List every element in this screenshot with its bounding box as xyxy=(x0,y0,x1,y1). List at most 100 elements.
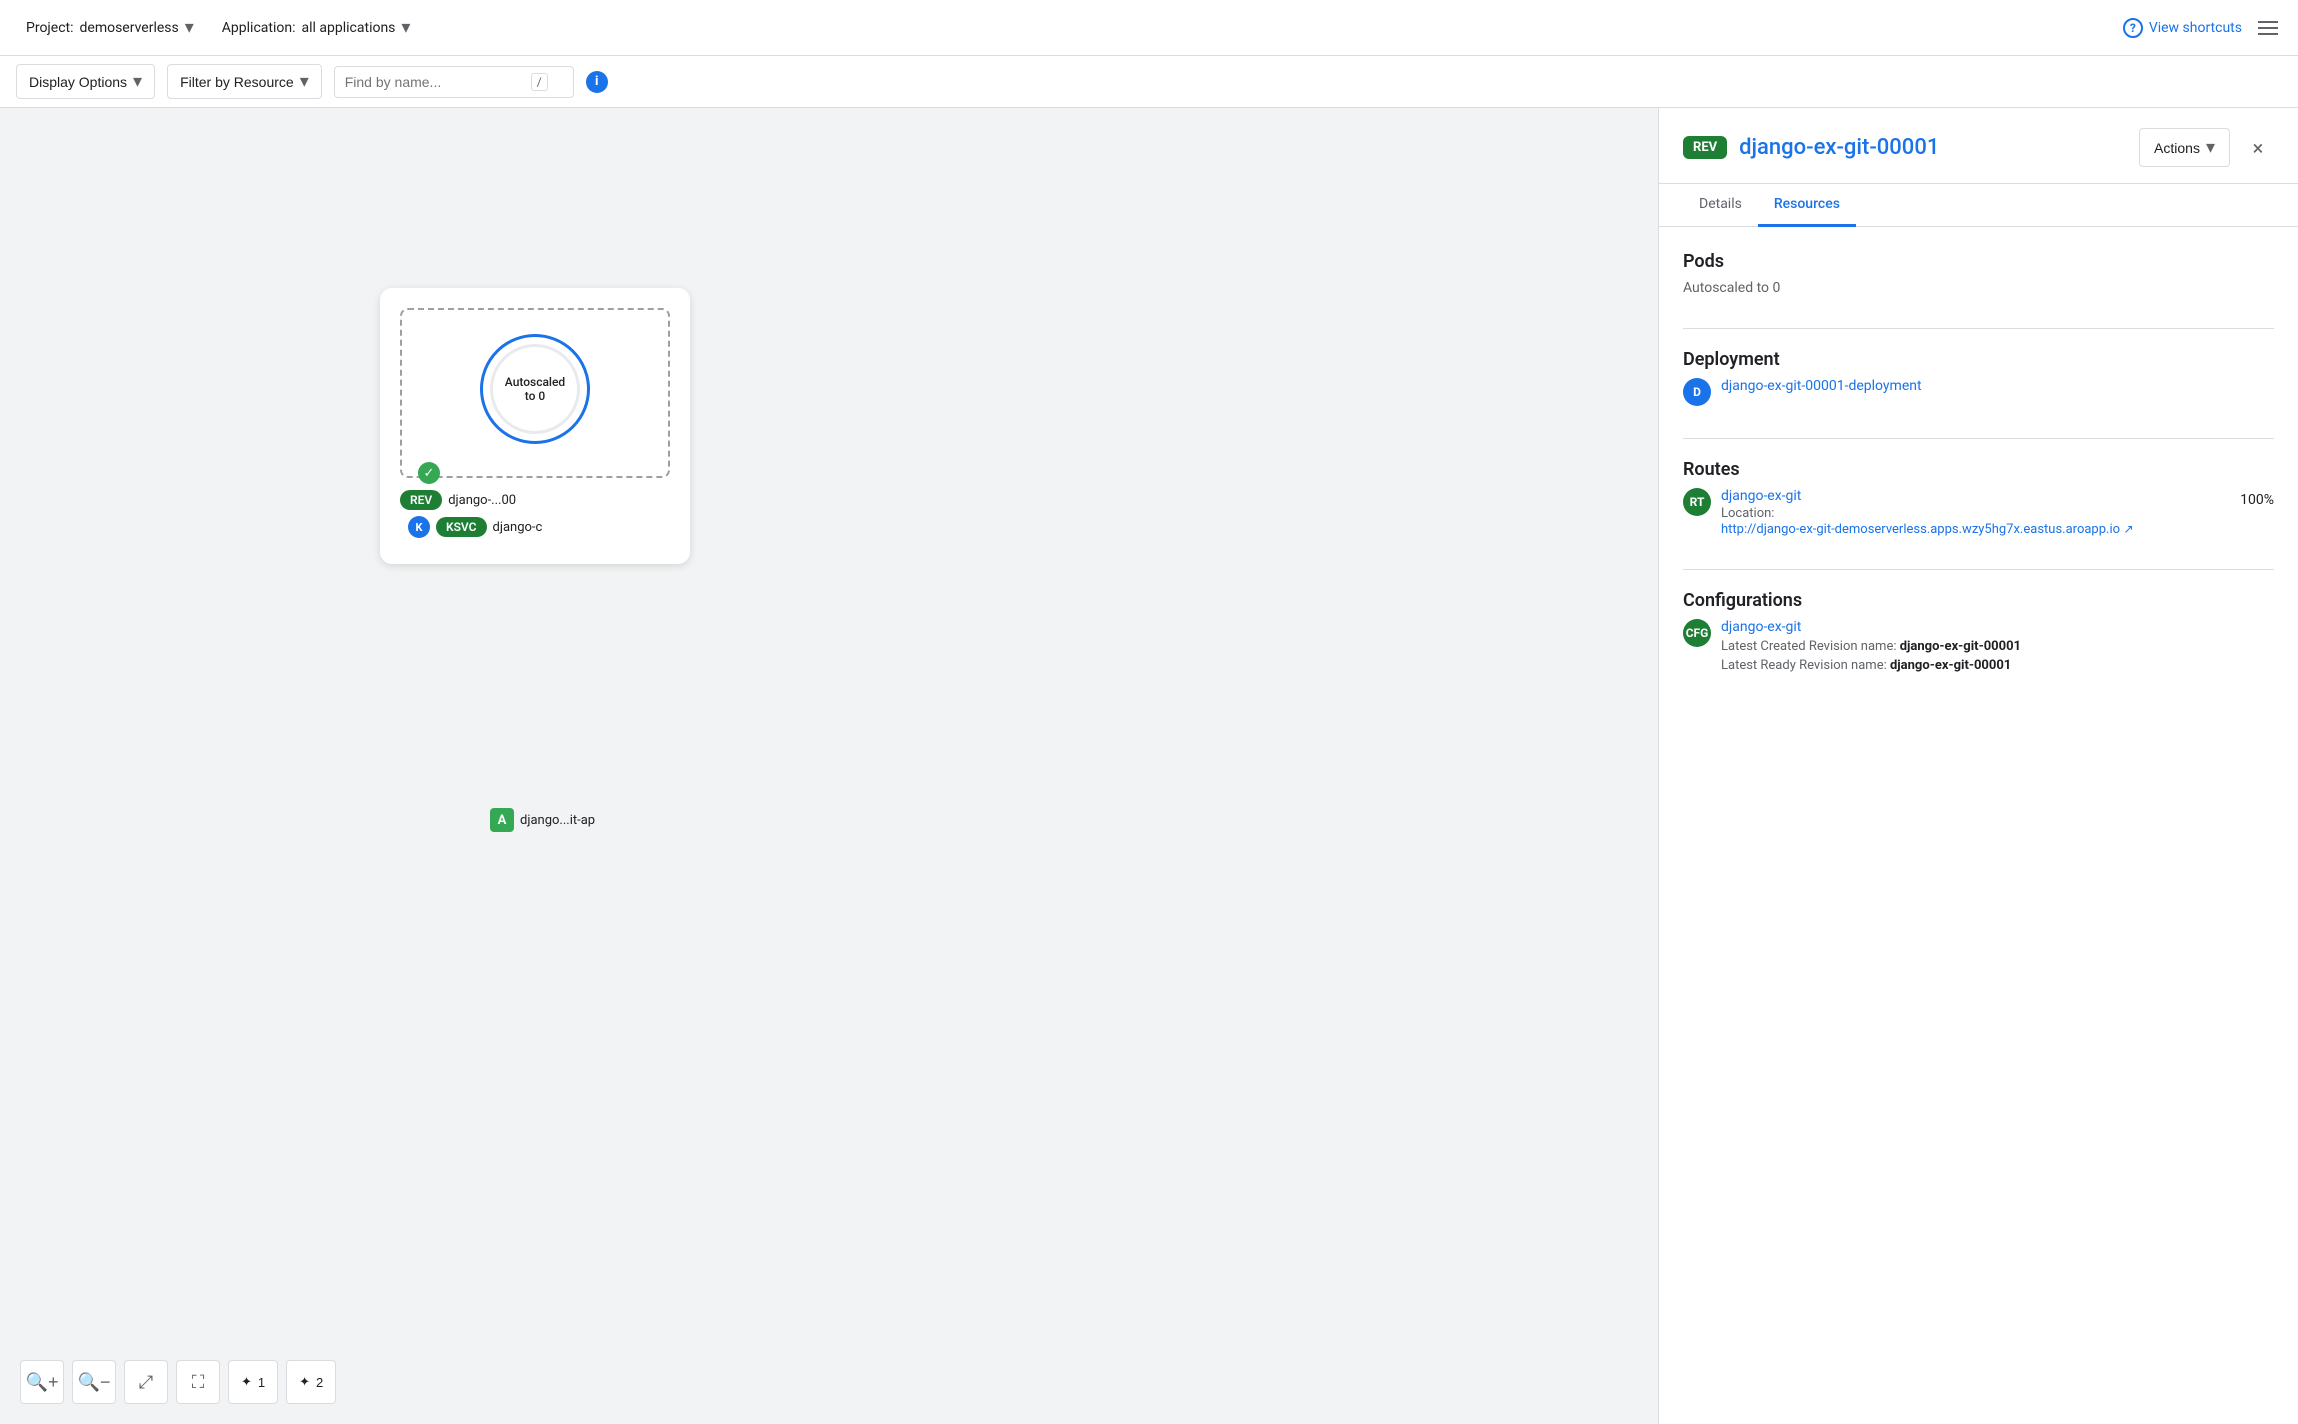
tab-resources[interactable]: Resources xyxy=(1758,184,1856,227)
close-button[interactable]: × xyxy=(2242,132,2274,164)
a-node-row[interactable]: A django...it-ap xyxy=(490,808,595,832)
node2-icon: ✦ xyxy=(299,1374,310,1390)
topology-canvas[interactable]: Autoscaled to 0 ✓ REV django-...00 K KSV… xyxy=(0,108,1658,1424)
pods-section: Pods Autoscaled to 0 xyxy=(1683,251,2274,296)
rev-node-row[interactable]: REV django-...00 xyxy=(400,490,670,510)
route-name-link[interactable]: django-ex-git xyxy=(1721,488,1801,504)
route-url-link[interactable]: http://django-ex-git-demoserverless.apps… xyxy=(1721,522,2120,537)
external-link-icon: ↗ xyxy=(2124,522,2134,536)
configurations-section: Configurations CFG django-ex-git Latest … xyxy=(1683,590,2274,673)
main-layout: Autoscaled to 0 ✓ REV django-...00 K KSV… xyxy=(0,108,2298,1424)
project-chevron-icon: ▾ xyxy=(185,17,194,38)
expand-icon: ⛶ xyxy=(192,1372,205,1393)
node2-label: 2 xyxy=(316,1375,323,1390)
app-chevron-icon: ▾ xyxy=(401,17,410,38)
zoom-out-icon: 🔍− xyxy=(78,1372,111,1393)
panel-tabs: Details Resources xyxy=(1659,184,2298,227)
k-badge: K xyxy=(408,516,430,538)
navbar: Project: demoserverless ▾ Application: a… xyxy=(0,0,2298,56)
panel-content: Pods Autoscaled to 0 Deployment D django… xyxy=(1659,227,2298,729)
pods-subtitle: Autoscaled to 0 xyxy=(1683,280,2274,296)
ksvc-tag: KSVC xyxy=(436,517,487,537)
panel-title: REV django-ex-git-00001 xyxy=(1683,135,1939,160)
project-name: demoserverless xyxy=(80,20,179,36)
ksvc-node-row[interactable]: K KSVC django-c xyxy=(408,516,670,538)
actions-button[interactable]: Actions ▾ xyxy=(2139,128,2230,167)
app-label: Application: xyxy=(222,20,296,36)
topology-card: Autoscaled to 0 ✓ REV django-...00 K KSV… xyxy=(380,288,690,564)
node1-icon: ✦ xyxy=(241,1374,252,1390)
cfg-latest-ready: Latest Ready Revision name: django-ex-gi… xyxy=(1721,658,2021,673)
view-shortcuts-link[interactable]: ? View shortcuts xyxy=(2123,18,2242,38)
a-node-name: django...it-ap xyxy=(520,813,595,828)
zoom-in-button[interactable]: 🔍+ xyxy=(20,1360,64,1404)
divider-2 xyxy=(1683,438,2274,439)
tab-details[interactable]: Details xyxy=(1683,184,1758,227)
route-percentage: 100% xyxy=(2240,488,2274,508)
view-shortcuts-label: View shortcuts xyxy=(2149,20,2242,36)
cfg-row: CFG django-ex-git Latest Created Revisio… xyxy=(1683,619,2274,673)
divider-3 xyxy=(1683,569,2274,570)
deployment-link[interactable]: django-ex-git-00001-deployment xyxy=(1721,378,1922,394)
display-options-label: Display Options xyxy=(29,74,127,90)
rev-badge: REV xyxy=(1683,136,1727,159)
deployment-row: D django-ex-git-00001-deployment xyxy=(1683,378,2274,406)
configurations-title: Configurations xyxy=(1683,590,2274,611)
application-dropdown[interactable]: Application: all applications ▾ xyxy=(212,11,421,44)
actions-label: Actions xyxy=(2154,140,2200,156)
outer-ring: Autoscaled to 0 xyxy=(480,334,590,444)
route-location-label: Location: xyxy=(1721,506,2134,521)
actions-chevron-icon: ▾ xyxy=(2206,137,2215,158)
display-options-button[interactable]: Display Options ▾ xyxy=(16,64,155,99)
cfg-latest-created: Latest Created Revision name: django-ex-… xyxy=(1721,639,2021,654)
cfg-name-link[interactable]: django-ex-git xyxy=(1721,619,1801,635)
deployment-badge: D xyxy=(1683,378,1711,406)
check-badge: ✓ xyxy=(418,462,440,484)
toolbar: Display Options ▾ Filter by Resource ▾ /… xyxy=(0,56,2298,108)
dashed-selection-box: Autoscaled to 0 ✓ xyxy=(400,308,670,478)
inner-ring: Autoscaled to 0 xyxy=(490,344,580,434)
node2-button[interactable]: ✦ 2 xyxy=(286,1360,336,1404)
cfg-badge: CFG xyxy=(1683,619,1711,647)
close-icon: × xyxy=(2253,136,2264,160)
routes-section: Routes RT django-ex-git Location: http:/… xyxy=(1683,459,2274,537)
canvas-controls: 🔍+ 🔍− ⤢ ⛶ ✦ 1 ✦ 2 xyxy=(20,1360,336,1404)
node1-label: 1 xyxy=(258,1375,265,1390)
pods-title: Pods xyxy=(1683,251,2274,272)
route-row: RT django-ex-git Location: http://django… xyxy=(1683,488,2274,537)
question-icon: ? xyxy=(2123,18,2143,38)
ksvc-node-name: django-c xyxy=(493,520,543,535)
deployment-section: Deployment D django-ex-git-00001-deploym… xyxy=(1683,349,2274,406)
circle-container: Autoscaled to 0 xyxy=(418,334,652,444)
fit-button[interactable]: ⤢ xyxy=(124,1360,168,1404)
zoom-out-button[interactable]: 🔍− xyxy=(72,1360,116,1404)
app-name: all applications xyxy=(302,20,396,36)
display-options-chevron-icon: ▾ xyxy=(133,71,142,92)
route-badge: RT xyxy=(1683,488,1711,516)
panel-header: REV django-ex-git-00001 Actions ▾ × xyxy=(1659,108,2298,184)
cfg-latest-created-value: django-ex-git-00001 xyxy=(1900,639,2021,654)
fit-icon: ⤢ xyxy=(139,1372,153,1393)
filter-by-resource-button[interactable]: Filter by Resource ▾ xyxy=(167,64,322,99)
a-icon: A xyxy=(490,808,514,832)
project-label: Project: xyxy=(26,20,74,36)
a-node-card[interactable]: A django...it-ap xyxy=(490,808,595,838)
navbar-right: ? View shortcuts xyxy=(2123,17,2282,39)
menu-icon[interactable] xyxy=(2254,17,2282,39)
routes-title: Routes xyxy=(1683,459,2274,480)
rev-node-name: django-...00 xyxy=(448,493,516,508)
circle-label: Autoscaled to 0 xyxy=(505,375,565,403)
cfg-latest-ready-value: django-ex-git-00001 xyxy=(1890,658,2011,673)
zoom-in-icon: 🔍+ xyxy=(26,1372,59,1393)
rev-tag: REV xyxy=(400,490,442,510)
search-box: / xyxy=(334,66,574,98)
filter-chevron-icon: ▾ xyxy=(300,71,309,92)
info-icon[interactable]: i xyxy=(586,71,608,93)
node1-button[interactable]: ✦ 1 xyxy=(228,1360,278,1404)
search-input[interactable] xyxy=(345,74,525,90)
panel-heading: django-ex-git-00001 xyxy=(1739,135,1939,160)
expand-button[interactable]: ⛶ xyxy=(176,1360,220,1404)
project-dropdown[interactable]: Project: demoserverless ▾ xyxy=(16,11,204,44)
navbar-left: Project: demoserverless ▾ Application: a… xyxy=(16,11,420,44)
divider-1 xyxy=(1683,328,2274,329)
